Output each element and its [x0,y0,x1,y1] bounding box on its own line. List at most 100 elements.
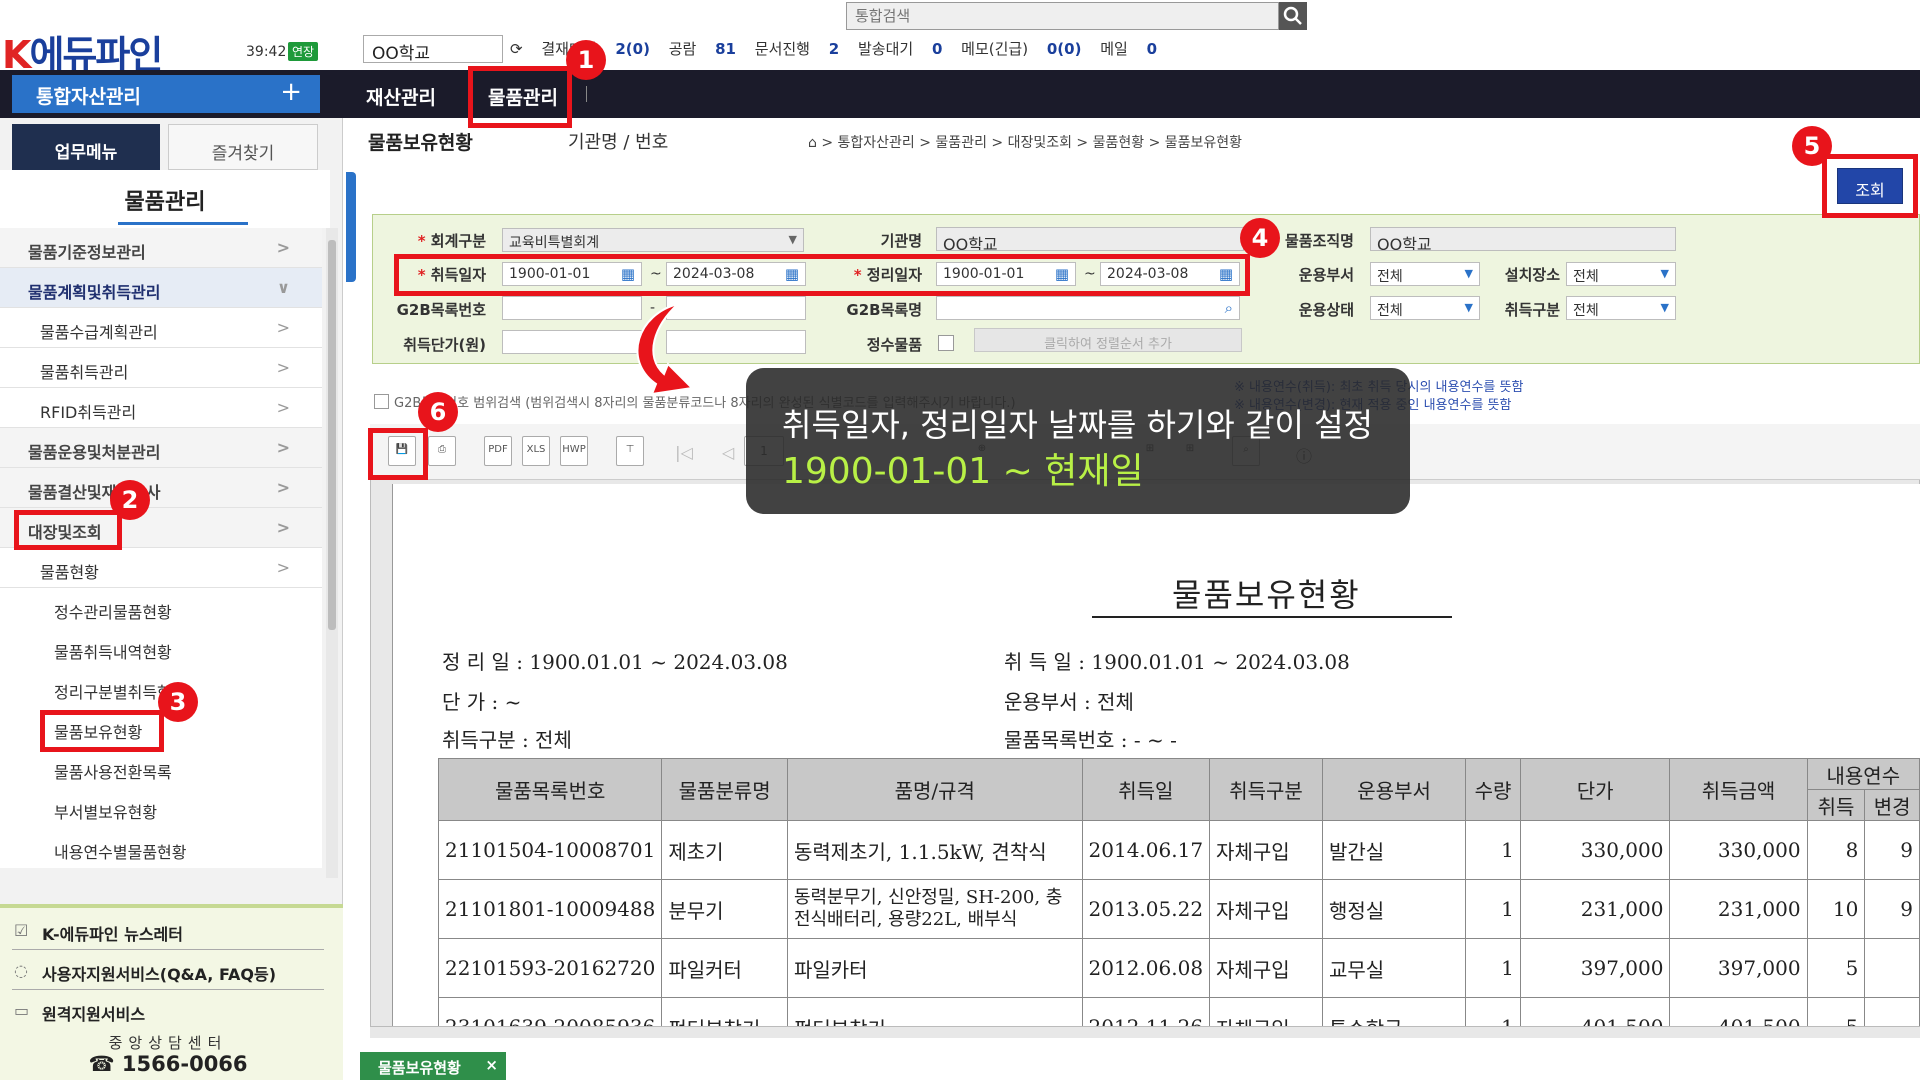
sidebar-title-underline [118,222,248,225]
report-acq-date: 취 득 일 : 1900.01.01 ~ 2024.03.08 [1004,650,1350,674]
status-send-wait[interactable]: 발송대기 0 [858,40,942,58]
monitor-icon: ▭ [14,1001,30,1020]
chevron-right-icon: > [276,478,290,497]
tree-icon[interactable]: ⊤ [616,436,644,466]
nav-main-label: 통합자산관리 [36,86,141,108]
sort-order-button[interactable]: 클릭하여 정렬순서 추가 [974,328,1242,352]
sidebar-item[interactable]: 물품현황 > [0,548,322,588]
marker-4: 4 [1240,218,1280,258]
g2b-name-field[interactable]: ⌕ [936,296,1240,320]
sidebar-item[interactable]: 물품수급계획관리 > [0,308,322,348]
nav-integrated-asset[interactable]: 통합자산관리 + [12,75,320,113]
col-header: 물품분류명 [661,758,788,821]
sidebar-item[interactable]: 물품기준정보관리 > [0,228,322,268]
pdf-export-icon[interactable]: PDF [484,436,512,466]
sidebar-collapse-handle[interactable] [346,172,356,282]
status-memo[interactable]: 메모(긴급) 0(0) [961,40,1081,58]
range-search-checkbox[interactable] [374,394,389,409]
remote-support-link[interactable]: ▭ 원격지원서비스 [12,992,324,1030]
global-search-input[interactable] [846,2,1279,30]
sidebar-subitem[interactable]: 내용연수별물품현황 [0,828,322,868]
report-table: 물품목록번호 물품분류명 품명/규격 취득일 취득구분 운용부서 수량 단가 취… [437,758,1920,1057]
report-settle-date: 정 리 일 : 1900.01.01 ~ 2024.03.08 [442,650,788,674]
open-tab-holdings[interactable]: 물품보유현황 × [360,1052,506,1080]
dept-select[interactable]: 전체 ▼ [1370,262,1480,286]
acq-type-label: 취득구분 [1504,301,1560,319]
nav-divider [586,86,587,102]
newsletter-link[interactable]: ☑ K-에듀파인 뉴스레터 [12,912,324,950]
search-icon [1283,6,1302,25]
sidebar-item[interactable]: RFID취득관리 > [0,388,322,428]
chevron-right-icon: > [276,358,290,377]
chevron-right-icon: > [276,238,290,257]
callout-highlight: 1900-01-01 ~ 현재일 [782,451,1144,492]
marker-6: 6 [418,392,458,432]
search-icon[interactable]: ⌕ [1225,299,1233,317]
user-support-link[interactable]: ◌ 사용자지원서비스(Q&A, FAQ등) [12,952,324,990]
col-header: 변경 [1864,789,1920,821]
state-select[interactable]: 전체 ▼ [1370,296,1480,320]
sidebar-item[interactable]: 물품계획및취득관리 ∨ [0,268,322,308]
col-header: 운용부서 [1321,758,1467,821]
sidebar-item[interactable]: 물품결산및재물조사 > [0,468,322,508]
sidebar-item[interactable]: 물품취득관리 > [0,348,322,388]
status-doc-progress[interactable]: 문서진행 2 [755,40,839,58]
table-row: 21101504-10008701 제초기 동력제초기, 1.1.5kW, 견착식 2… [437,820,1920,880]
first-page-icon[interactable]: |◁ [670,436,698,466]
sidebar-subitem[interactable]: 정수관리물품현황 [0,588,322,628]
sidebar-subitem[interactable]: 물품사용전환목록 [0,748,322,788]
report-acq-type: 취득구분 : 전체 [442,728,572,752]
sidebar-tab-menu[interactable]: 업무메뉴 [12,124,160,170]
marker-box-save [368,428,428,480]
report-g2b-range: 물품목록번호 : - ~ - [1004,728,1177,752]
school-name-box[interactable]: OO학교 [363,35,503,64]
print-icon[interactable]: ⎙ [428,436,456,466]
prev-page-icon[interactable]: ◁ [714,436,742,466]
close-icon[interactable]: × [485,1056,498,1074]
status-circulation[interactable]: 공람 81 [669,40,736,58]
chat-icon: ◌ [14,961,28,980]
sidebar-tab-favorites[interactable]: 즐겨찾기 [168,124,318,170]
sidebar-item[interactable]: 물품운용및처분관리 > [0,428,322,468]
sidebar-scroll-thumb[interactable] [328,240,336,630]
chevron-right-icon: > [276,518,290,537]
session-timer: 39:42 [246,44,287,60]
goods-org-field[interactable]: OO학교 [1370,227,1676,251]
col-header: 물품목록번호 [437,758,663,821]
marker-box-dates [394,254,1250,296]
acq-type-select[interactable]: 전체 ▼ [1566,296,1676,320]
status-mail[interactable]: 메일 0 [1100,40,1157,58]
sidebar-subitem[interactable]: 물품취득내역현황 [0,628,322,668]
status-row: ⟳ 결재대기 2(0) 공람 81 문서진행 2 발송대기 0 메모(긴급) 0… [510,38,1171,59]
chevron-right-icon: > [276,398,290,417]
chevron-right-icon: > [276,318,290,337]
org-name-field[interactable]: OO학교 [936,227,1244,251]
place-select[interactable]: 전체 ▼ [1566,262,1676,286]
marker-box-holdings [40,710,164,752]
extend-session-button[interactable]: 연장 [288,42,319,61]
org-label: 기관명 / 번호 [568,132,669,153]
chevron-down-icon: ∨ [277,278,290,297]
search-button[interactable] [1279,2,1307,30]
hwp-export-icon[interactable]: HWP [560,436,588,466]
dropdown-arrow-icon: ▼ [1660,301,1669,314]
account-select[interactable]: 교육비특별회계 ▼ [502,228,804,252]
sidebar-subitem[interactable]: 부서별보유현황 [0,788,322,828]
dropdown-arrow-icon: ▼ [1464,267,1473,280]
fixed-goods-checkbox[interactable] [938,335,954,351]
col-header: 취득구분 [1209,758,1323,821]
table-row: 21101801-10009488 분무기 동력분무기, 신안정밀, SH-200,… [437,879,1920,939]
marker-3: 3 [158,682,198,722]
tab-property[interactable]: 재산관리 [366,70,436,118]
report-title-underline [1092,616,1452,618]
newsletter-icon: ☑ [14,921,29,940]
viewer-hscrollbar[interactable] [370,1026,1920,1038]
dropdown-arrow-icon: ▼ [1660,267,1669,280]
account-label: * 회계구분 [417,232,486,250]
dropdown-arrow-icon: ▼ [1464,301,1473,314]
xls-export-icon[interactable]: XLS [522,436,550,466]
callout-arrow-icon [636,303,695,396]
marker-box-query [1822,154,1918,218]
refresh-icon[interactable]: ⟳ [510,40,523,58]
plus-icon[interactable]: + [280,77,302,107]
